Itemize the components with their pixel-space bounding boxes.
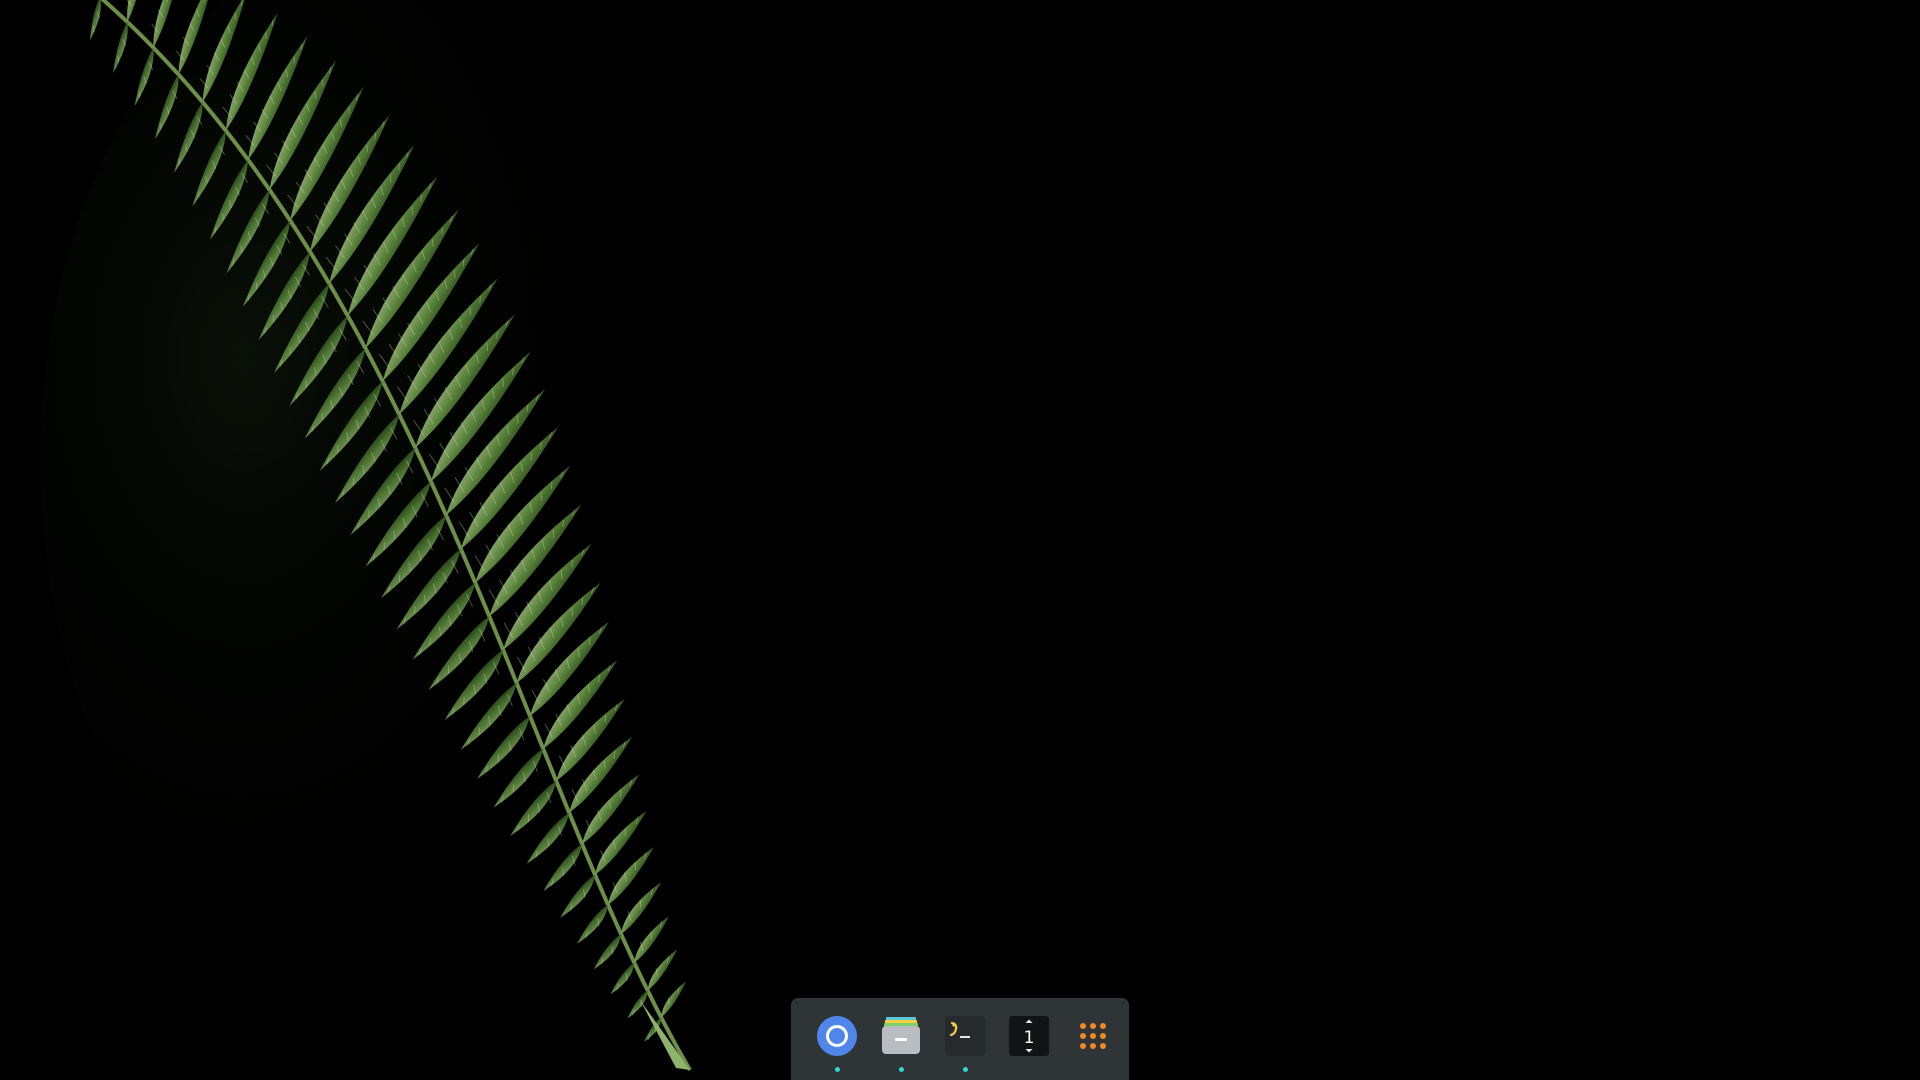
desktop: 1 [0,0,1920,1080]
running-indicator [962,1067,968,1072]
dock: 1 [791,998,1129,1080]
dock-item-terminal[interactable] [933,998,997,1080]
running-indicator [834,1067,840,1072]
chrome-browser-icon [817,1016,857,1056]
dock-item-chrome[interactable] [805,998,869,1080]
workspace-number: 1 [1024,1028,1035,1048]
workspace-switcher-icon: 1 [1009,1016,1049,1056]
running-indicator [898,1067,904,1072]
fern-wallpaper [0,0,1920,1080]
terminal-app-icon [945,1016,985,1056]
dock-item-app-grid[interactable] [1061,998,1125,1080]
dock-item-workspace-switcher[interactable]: 1 [997,998,1061,1080]
app-grid-icon [1080,1023,1106,1049]
dock-item-files[interactable] [869,998,933,1080]
files-app-icon [882,1017,920,1054]
